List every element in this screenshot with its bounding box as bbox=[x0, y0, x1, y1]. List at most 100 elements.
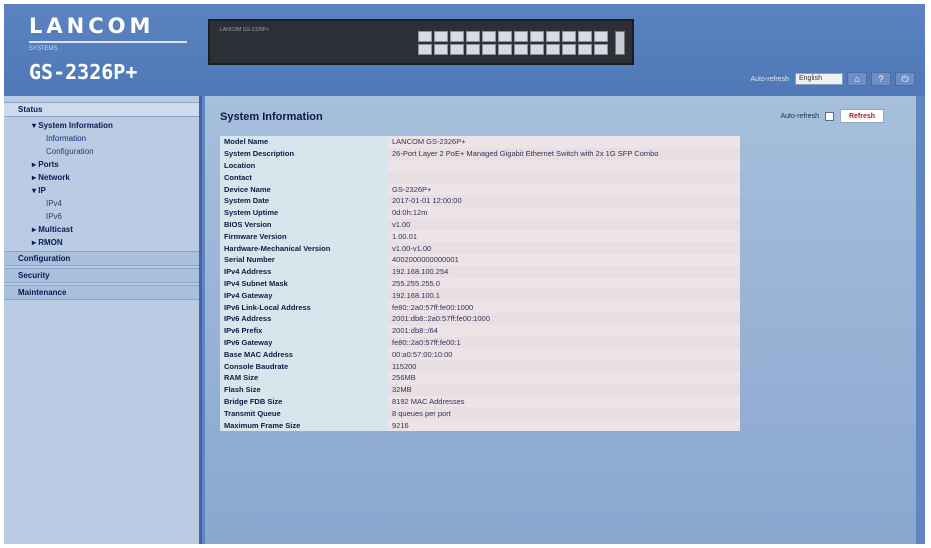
port-icon[interactable] bbox=[434, 44, 448, 55]
row-label: IPv4 Address bbox=[220, 265, 388, 278]
sidebar-item[interactable]: Status bbox=[4, 102, 199, 117]
row-value bbox=[388, 159, 740, 172]
table-row: IPv4 Subnet Mask 255.255.255.0 bbox=[220, 277, 740, 290]
table-row: Flash Size 32MB bbox=[220, 383, 740, 396]
sidebar-item[interactable]: Configuration bbox=[4, 251, 199, 266]
port-icon[interactable] bbox=[578, 44, 592, 55]
port-icon[interactable] bbox=[594, 44, 608, 55]
sfp-port[interactable] bbox=[615, 31, 625, 55]
device-panel-image[interactable]: LANCOM GS-2326P+ bbox=[208, 19, 634, 65]
table-row: System Date 2017-01-01 12:00:00 bbox=[220, 194, 740, 207]
row-label: Model Name bbox=[220, 136, 388, 148]
row-value: 192.168.100.1 bbox=[388, 289, 740, 302]
table-row: IPv4 Gateway 192.168.100.1 bbox=[220, 289, 740, 302]
row-value: v1.00 bbox=[388, 218, 740, 231]
brand-subtitle: SYSTEMS bbox=[29, 46, 58, 52]
row-label: System Description bbox=[220, 147, 388, 160]
table-row: Firmware Version 1.00.01 bbox=[220, 230, 740, 243]
table-row: System Description 26-Port Layer 2 PoE+ M… bbox=[220, 147, 740, 160]
port-icon[interactable] bbox=[514, 44, 528, 55]
sidebar-item[interactable]: ▾ IP bbox=[4, 184, 199, 197]
row-value: 2001:db8::/64 bbox=[388, 324, 740, 337]
help-icon[interactable]: ? bbox=[871, 72, 891, 86]
row-value: 2001:db8::2a0:57ff:fe00:1000 bbox=[388, 312, 740, 325]
toolbar-label: Auto-refresh bbox=[750, 75, 789, 83]
port-icon[interactable] bbox=[546, 44, 560, 55]
row-value: 256MB bbox=[388, 371, 740, 384]
sidebar-item[interactable]: ▾ System Information bbox=[4, 119, 199, 132]
row-label: Bridge FDB Size bbox=[220, 395, 388, 408]
sidebar-item[interactable]: ▸ Network bbox=[4, 171, 199, 184]
port-icon[interactable] bbox=[482, 44, 496, 55]
table-row: Model Name LANCOM GS-2326P+ bbox=[220, 136, 740, 148]
port-icon[interactable] bbox=[562, 31, 576, 42]
row-value: 26-Port Layer 2 PoE+ Managed Gigabit Eth… bbox=[388, 147, 740, 160]
port-icon[interactable] bbox=[450, 31, 464, 42]
sidebar-item[interactable]: Configuration bbox=[4, 145, 199, 158]
language-select[interactable]: English bbox=[795, 73, 843, 85]
row-value: 0d:0h:12m bbox=[388, 206, 740, 219]
port-icon[interactable] bbox=[530, 44, 544, 55]
sidebar-item[interactable]: ▸ Ports bbox=[4, 158, 199, 171]
port-icon[interactable] bbox=[418, 31, 432, 42]
port-icon[interactable] bbox=[578, 31, 592, 42]
port-icon[interactable] bbox=[514, 31, 528, 42]
page-title: System Information bbox=[220, 111, 323, 123]
sidebar-item[interactable]: IPv6 bbox=[4, 210, 199, 223]
port-icon[interactable] bbox=[594, 31, 608, 42]
port-icon[interactable] bbox=[482, 31, 496, 42]
row-value: 255.255.255.0 bbox=[388, 277, 740, 290]
device-label: LANCOM GS-2326P+ bbox=[220, 27, 270, 33]
nav-tree: Status ▾ System Information Information Con… bbox=[4, 96, 199, 300]
sidebar-item[interactable]: ▸ Multicast bbox=[4, 223, 199, 236]
row-value: GS-2326P+ bbox=[388, 183, 740, 195]
row-label: Location bbox=[220, 159, 388, 172]
table-row: Serial Number 4002000000000001 bbox=[220, 253, 740, 266]
row-value: 8 queues per port bbox=[388, 407, 740, 420]
port-icon[interactable] bbox=[530, 31, 544, 42]
port-icon[interactable] bbox=[450, 44, 464, 55]
main-panel: System Information Auto-refresh Refresh … bbox=[205, 96, 916, 544]
auto-refresh-checkbox[interactable] bbox=[825, 111, 834, 121]
port-icon[interactable] bbox=[434, 31, 448, 42]
table-row: Device Name GS-2326P+ bbox=[220, 183, 740, 195]
refresh-button[interactable]: Refresh bbox=[840, 109, 884, 123]
row-value: 4002000000000001 bbox=[388, 253, 740, 266]
sidebar-item[interactable]: Maintenance bbox=[4, 285, 199, 300]
row-value: LANCOM GS-2326P+ bbox=[388, 136, 740, 148]
row-value bbox=[388, 171, 740, 184]
port-icon[interactable] bbox=[466, 44, 480, 55]
table-row: IPv4 Address 192.168.100.254 bbox=[220, 265, 740, 278]
port-icon[interactable] bbox=[498, 44, 512, 55]
logout-icon[interactable]: ⏻ bbox=[895, 72, 915, 86]
sidebar-item[interactable]: Information bbox=[4, 132, 199, 145]
table-row: IPv6 Gateway fe80::2a0:57ff:fe00:1 bbox=[220, 336, 740, 349]
home-icon[interactable]: ⌂ bbox=[847, 72, 867, 86]
row-value: 9216 bbox=[388, 419, 740, 431]
row-value: 115200 bbox=[388, 360, 740, 372]
table-row: Hardware-Mechanical Version v1.00-v1.00 bbox=[220, 242, 740, 254]
row-label: IPv4 Gateway bbox=[220, 289, 388, 302]
row-value: fe80::2a0:57ff:fe00:1000 bbox=[388, 301, 740, 313]
port-icon[interactable] bbox=[498, 31, 512, 42]
table-row: IPv6 Prefix 2001:db8::/64 bbox=[220, 324, 740, 337]
port-icon[interactable] bbox=[562, 44, 576, 55]
port-grid bbox=[418, 31, 608, 55]
port-icon[interactable] bbox=[418, 44, 432, 55]
sidebar-item[interactable]: Security bbox=[4, 268, 199, 283]
row-value: 8192 MAC Addresses bbox=[388, 395, 740, 408]
row-label: IPv6 Address bbox=[220, 312, 388, 325]
table-row: Console Baudrate 115200 bbox=[220, 360, 740, 372]
row-label: Console Baudrate bbox=[220, 360, 388, 372]
sidebar-item[interactable]: IPv4 bbox=[4, 197, 199, 210]
port-icon[interactable] bbox=[466, 31, 480, 42]
row-label: Transmit Queue bbox=[220, 407, 388, 420]
row-label: Base MAC Address bbox=[220, 348, 388, 361]
table-row: Transmit Queue 8 queues per port bbox=[220, 407, 740, 420]
table-row: IPv6 Address 2001:db8::2a0:57ff:fe00:1000 bbox=[220, 312, 740, 325]
row-label: IPv4 Subnet Mask bbox=[220, 277, 388, 290]
row-value: 1.00.01 bbox=[388, 230, 740, 243]
row-label: System Date bbox=[220, 194, 388, 207]
port-icon[interactable] bbox=[546, 31, 560, 42]
sidebar-item[interactable]: ▸ RMON bbox=[4, 236, 199, 249]
